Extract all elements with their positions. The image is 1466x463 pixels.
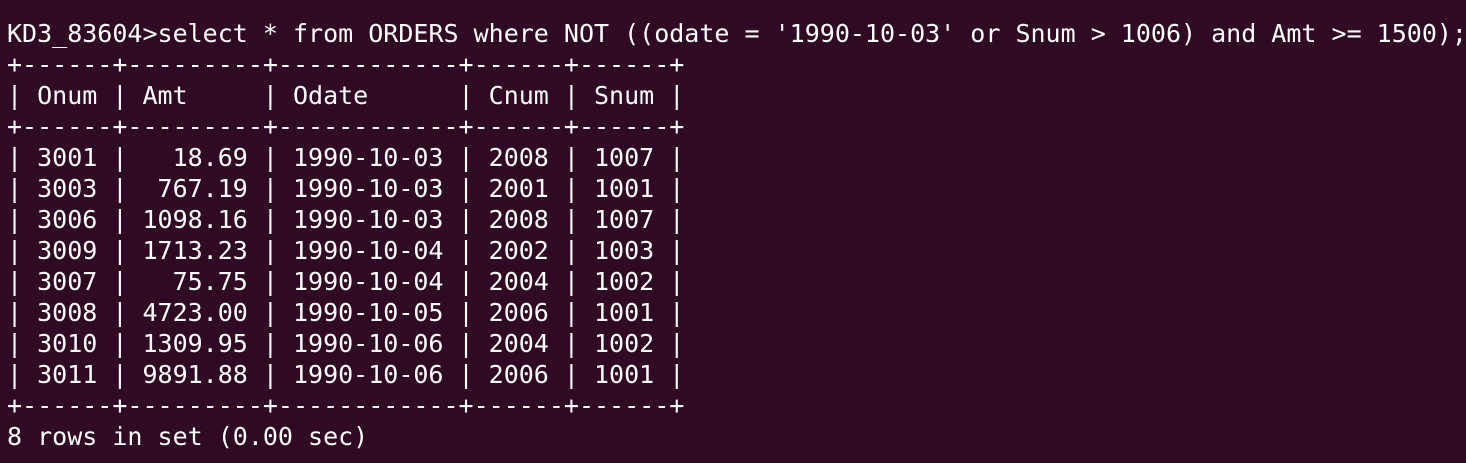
table-row: | 3007 | 75.75 | 1990-10-04 | 2004 | 100…	[7, 267, 685, 296]
table-row: | 3001 | 18.69 | 1990-10-03 | 2008 | 100…	[7, 143, 685, 172]
command-line: KD3_83604>select * from ORDERS where NOT…	[7, 18, 1466, 49]
table-row: | 3006 | 1098.16 | 1990-10-03 | 2008 | 1…	[7, 205, 685, 234]
table-row: | 3008 | 4723.00 | 1990-10-05 | 2006 | 1…	[7, 298, 685, 327]
table-row: | 3003 | 767.19 | 1990-10-03 | 2001 | 10…	[7, 174, 685, 203]
table-border-top: +------+---------+------------+------+--…	[7, 50, 685, 79]
table-border-header: +------+---------+------------+------+--…	[7, 112, 685, 141]
terminal-window[interactable]: KD3_83604>select * from ORDERS where NOT…	[0, 0, 1466, 463]
table-border-bottom: +------+---------+------------+------+--…	[7, 391, 685, 420]
table-row: | 3011 | 9891.88 | 1990-10-06 | 2006 | 1…	[7, 360, 685, 389]
table-row: | 3010 | 1309.95 | 1990-10-06 | 2004 | 1…	[7, 329, 685, 358]
table-header: | Onum | Amt | Odate | Cnum | Snum |	[7, 81, 685, 110]
table-row: | 3009 | 1713.23 | 1990-10-04 | 2002 | 1…	[7, 236, 685, 265]
prompt: KD3_83604>	[7, 19, 158, 48]
status-line: 8 rows in set (0.00 sec)	[7, 422, 369, 451]
sql-command: select * from ORDERS where NOT ((odate =…	[157, 19, 1466, 48]
